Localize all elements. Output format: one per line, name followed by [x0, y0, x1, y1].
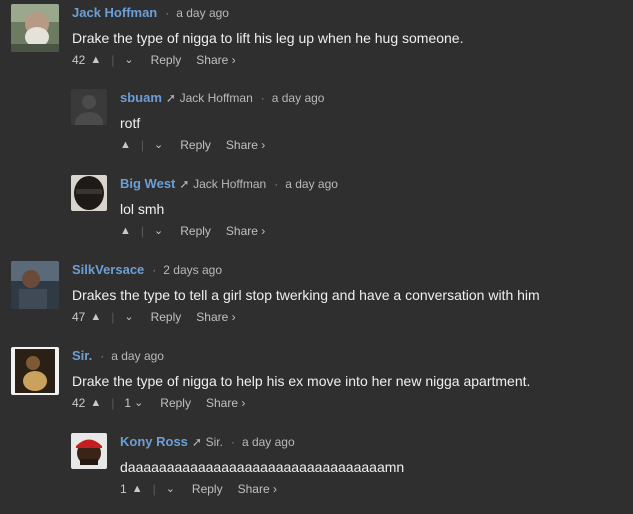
upvote-icon[interactable]: ▲: [90, 309, 101, 325]
reply-button[interactable]: Reply: [151, 52, 182, 68]
reply-to-author[interactable]: Jack Hoffman: [193, 177, 266, 191]
comment-text: lol smh: [120, 201, 165, 217]
reply-to-author[interactable]: Jack Hoffman: [180, 91, 253, 105]
avatar[interactable]: [71, 89, 107, 125]
avatar-red-cap-icon: [71, 433, 107, 469]
comment-timestamp[interactable]: a day ago: [176, 6, 229, 20]
share-button[interactable]: Share ›: [238, 481, 277, 497]
avatar-photo-person-icon: [11, 261, 59, 309]
comment-text: rotf: [120, 115, 141, 131]
vote-divider: |: [140, 224, 145, 238]
avatar-default-silhouette-icon: [71, 89, 107, 125]
comment-actions: ▲ | ⌄ Reply Share ›: [120, 223, 338, 239]
upvote-icon[interactable]: ▲: [120, 137, 131, 153]
separator-dot: ·: [152, 263, 157, 277]
reply-to-author[interactable]: Sir.: [206, 435, 223, 449]
upvote-icon[interactable]: ▲: [132, 481, 143, 497]
comment-actions: 42 ▲ | 1 ⌄ Reply Share ›: [72, 395, 530, 411]
reply-button[interactable]: Reply: [180, 223, 211, 239]
comment-author[interactable]: sbuam: [120, 90, 162, 105]
avatar-dim-photo-icon: [11, 347, 59, 395]
share-button[interactable]: Share ›: [226, 137, 265, 153]
comment-text: Drake the type of nigga to lift his leg …: [72, 30, 464, 46]
separator-dot: ·: [260, 91, 265, 105]
upvote-icon[interactable]: ▲: [90, 52, 101, 68]
downvote-icon[interactable]: ⌄: [134, 395, 143, 411]
separator-dot: ·: [230, 435, 235, 449]
downvote-icon[interactable]: ⌄: [124, 309, 133, 325]
avatar[interactable]: [71, 433, 107, 469]
upvote-count: 1: [120, 482, 127, 496]
avatar[interactable]: [11, 347, 59, 395]
comment-actions: ▲ | ⌄ Reply Share ›: [120, 137, 324, 153]
vote-divider: |: [140, 138, 145, 152]
separator-dot: ·: [100, 349, 105, 363]
reply-button[interactable]: Reply: [180, 137, 211, 153]
vote-divider: |: [111, 53, 115, 67]
comment-text: Drakes the type to tell a girl stop twer…: [72, 287, 540, 303]
upvote-count: 42: [72, 53, 86, 67]
avatar-old-man-beard-icon: [11, 4, 59, 52]
downvote-count: 1: [124, 396, 132, 410]
downvote-icon[interactable]: ⌄: [166, 481, 175, 497]
reply-button[interactable]: Reply: [192, 481, 223, 497]
share-button[interactable]: Share ›: [206, 395, 245, 411]
vote-divider: |: [152, 482, 156, 496]
upvote-icon[interactable]: ▲: [90, 395, 101, 411]
reply-button[interactable]: Reply: [151, 309, 182, 325]
comment-timestamp[interactable]: a day ago: [285, 177, 338, 191]
reply-arrow-icon: ➚: [179, 177, 190, 191]
vote-divider: |: [111, 310, 115, 324]
comment-timestamp[interactable]: a day ago: [242, 435, 295, 449]
comment-author[interactable]: Big West: [120, 176, 175, 191]
comment-timestamp[interactable]: 2 days ago: [163, 263, 222, 277]
upvote-icon[interactable]: ▲: [120, 223, 131, 239]
comment-actions: 47 ▲ | ⌄ Reply Share ›: [72, 309, 540, 325]
comment-author[interactable]: Kony Ross: [120, 434, 188, 449]
avatar[interactable]: [11, 4, 59, 52]
downvote-icon[interactable]: ⌄: [124, 52, 133, 68]
comment-author[interactable]: SilkVersace: [72, 262, 144, 277]
upvote-count: 47: [72, 310, 86, 324]
share-button[interactable]: Share ›: [196, 309, 235, 325]
avatar[interactable]: [71, 175, 107, 211]
avatar[interactable]: [11, 261, 59, 309]
upvote-count: 42: [72, 396, 86, 410]
comment-actions: 1 ▲ | ⌄ Reply Share ›: [120, 481, 404, 497]
share-button[interactable]: Share ›: [196, 52, 235, 68]
comment-actions: 42 ▲ | ⌄ Reply Share ›: [72, 52, 463, 68]
vote-divider: |: [111, 396, 115, 410]
comment-author[interactable]: Jack Hoffman: [72, 5, 157, 20]
reply-button[interactable]: Reply: [160, 395, 191, 411]
comment-text: daaaaaaaaaaaaaaaaaaaaaaaaaaaaaaaaamn: [120, 459, 405, 475]
reply-arrow-icon: ➚: [191, 435, 202, 449]
comment-timestamp[interactable]: a day ago: [272, 91, 325, 105]
comment-timestamp[interactable]: a day ago: [111, 349, 164, 363]
downvote-icon[interactable]: ⌄: [154, 137, 163, 153]
share-button[interactable]: Share ›: [226, 223, 265, 239]
separator-dot: ·: [274, 177, 279, 191]
avatar-dark-face-icon: [71, 175, 107, 211]
reply-arrow-icon: ➚: [165, 91, 176, 105]
comment-author[interactable]: Sir.: [72, 348, 92, 363]
comment-text: Drake the type of nigga to help his ex m…: [72, 373, 531, 389]
separator-dot: ·: [165, 6, 170, 20]
downvote-icon[interactable]: ⌄: [154, 223, 163, 239]
